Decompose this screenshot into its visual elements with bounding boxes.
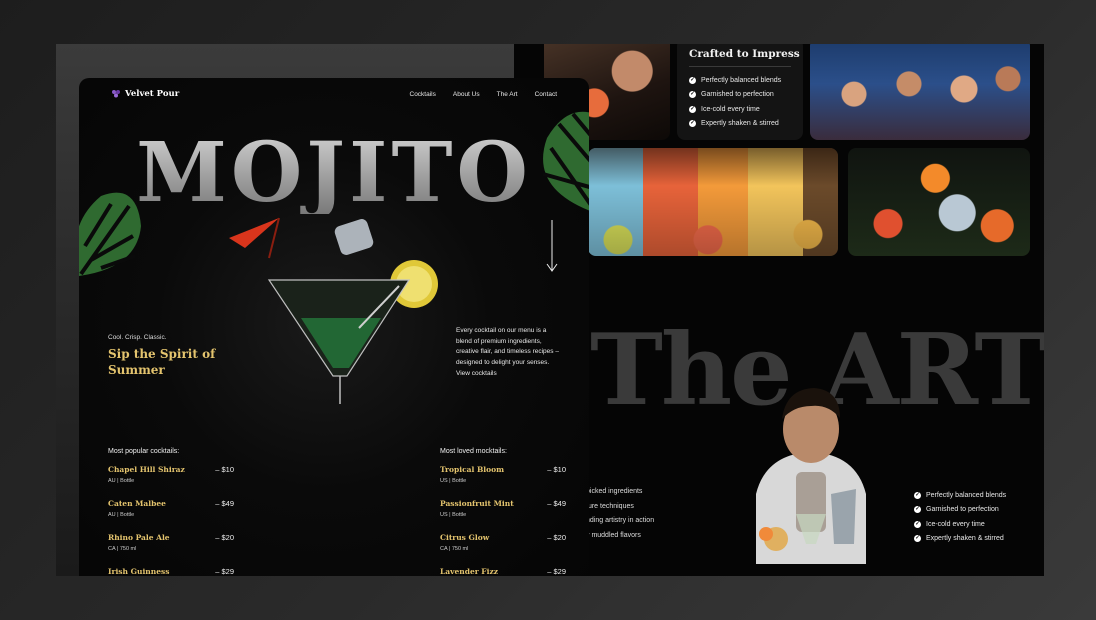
monstera-leaf-left	[79, 192, 141, 276]
nav-contact[interactable]: Contact	[535, 91, 557, 98]
menu-item[interactable]: Passionfruit Mint – $49 US | Bottle	[440, 499, 566, 533]
crafted-point: ✓ Perfectly balanced blends	[689, 76, 782, 84]
menu-item-price: – $20	[547, 533, 566, 542]
crafted-point: ✓ Ice-cold every time	[689, 105, 760, 113]
art-check-point: ✓ Ice-cold every time	[914, 520, 985, 528]
menu-item-price: – $10	[215, 465, 234, 474]
menu-item-meta: US | Bottle	[440, 478, 467, 484]
menu-item-meta: CA | 750 ml	[440, 546, 469, 552]
art-point: y muddled flavors	[586, 531, 641, 539]
check-icon: ✓	[914, 506, 921, 514]
art-check-point: ✓ Perfectly balanced blends	[914, 491, 1007, 499]
menu-item-price: – $20	[215, 533, 234, 542]
menu-item[interactable]: Rhino Pale Ale – $20 CA | 750 ml	[108, 533, 234, 567]
monstera-leaf-right	[542, 111, 589, 211]
art-list-right: ✓ Perfectly balanced blends ✓ Garnished to…	[914, 488, 1006, 546]
crafted-title: Crafted to Impress	[689, 48, 800, 67]
menu-item-price: – $49	[547, 499, 566, 508]
menu-item-price: – $49	[215, 499, 234, 508]
check-icon: ✓	[914, 520, 921, 528]
menu-item[interactable]: Tropical Bloom – $10 US | Bottle	[440, 465, 566, 499]
hero-title: MOJITO	[79, 132, 589, 214]
check-icon: ✓	[689, 105, 696, 113]
check-icon: ✓	[689, 76, 696, 84]
check-icon: ✓	[914, 535, 921, 543]
menu-item-meta: CA | 750 ml	[108, 546, 137, 552]
art-point: nding artistry in action	[586, 517, 655, 524]
mocktails-heading: Most loved mocktails:	[440, 448, 507, 455]
fruit-cocktail-photo	[848, 148, 1030, 256]
menu-item-price: – $10	[547, 465, 566, 474]
view-cocktails-link[interactable]: View cocktails	[456, 370, 497, 377]
check-icon: ✓	[689, 120, 696, 128]
menu-item[interactable]: Caten Malbee – $49 AU | Bottle	[108, 499, 234, 533]
tagline-big: Sip the Spirit of Summer	[108, 347, 216, 377]
crafted-point: ✓ Garnished to perfection	[689, 91, 774, 99]
brand-logo[interactable]: Velvet Pour	[111, 89, 179, 99]
menu-item[interactable]: Citrus Glow – $20 CA | 750 ml	[440, 533, 566, 567]
menu-item[interactable]: Lavender Fizz – $29	[440, 567, 566, 576]
description: Every cocktail on our menu is a blend of…	[456, 327, 559, 366]
menu-item-price: – $29	[215, 567, 234, 576]
art-check-point: ✓ Expertly shaken & stirred	[914, 535, 1004, 543]
front-page: Velvet Pour Cocktails About Us The Art C…	[79, 78, 589, 576]
grape-logo-icon	[112, 90, 120, 98]
brand-name: Velvet Pour	[125, 89, 180, 99]
art-point: ture techniques	[586, 502, 634, 510]
nav-about-us[interactable]: About Us	[453, 91, 480, 98]
menu-item-meta: AU | Bottle	[108, 478, 135, 484]
nav-cocktails[interactable]: Cocktails	[410, 91, 436, 98]
showcase-stage: Crafted to Impress ✓ Perfectly balanced b…	[56, 44, 1044, 576]
bartender-illustration	[756, 388, 866, 564]
crafted-point: ✓ Expertly shaken & stirred	[689, 120, 779, 128]
art-list-left: picked ingredients ture techniques nding…	[586, 488, 654, 546]
top-nav: Velvet Pour Cocktails About Us The Art C…	[79, 78, 589, 110]
art-point: picked ingredients	[586, 488, 643, 495]
tagline-small: Cool. Crisp. Classic.	[108, 334, 167, 341]
martini-glass-illustration	[229, 217, 438, 404]
scroll-down-arrow-icon[interactable]	[546, 220, 558, 274]
menu-item[interactable]: Irish Guinness – $29	[108, 567, 234, 576]
menu-item[interactable]: Chapel Hill Shiraz – $10 AU | Bottle	[108, 465, 234, 499]
check-icon: ✓	[914, 491, 921, 499]
check-icon: ✓	[689, 91, 696, 99]
popular-cocktails: Most popular cocktails: Chapel Hill Shir…	[108, 448, 234, 576]
nav-the-art[interactable]: The Art	[497, 91, 518, 98]
cocktail-glasses-photo	[588, 148, 838, 256]
art-check-point: ✓ Garnished to perfection	[914, 506, 999, 514]
menu-item-meta: AU | Bottle	[108, 512, 135, 518]
loved-mocktails: Most loved mocktails: Tropical Bloom – $…	[440, 448, 566, 576]
crafted-card: Crafted to Impress ✓ Perfectly balanced b…	[677, 44, 803, 140]
menu-item-meta: US | Bottle	[440, 512, 467, 518]
menu-item-price: – $29	[547, 567, 566, 576]
party-photo	[810, 44, 1030, 140]
nav-links: Cocktails About Us The Art Contact	[410, 91, 558, 98]
popular-heading: Most popular cocktails:	[108, 448, 180, 455]
